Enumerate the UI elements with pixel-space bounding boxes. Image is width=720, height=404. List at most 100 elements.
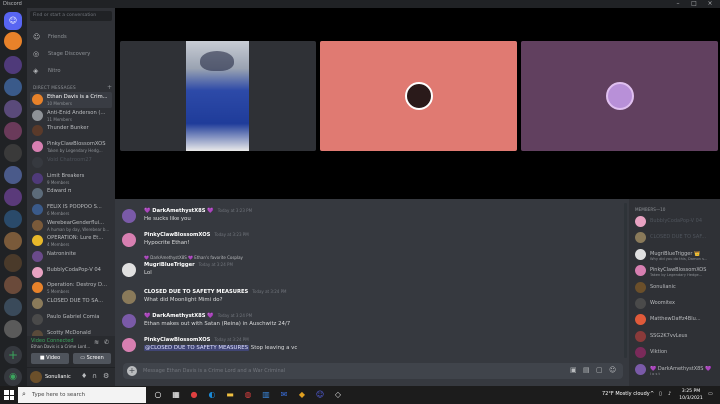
dm-item[interactable]: Natroninite (30, 249, 112, 265)
server-icon[interactable] (4, 166, 22, 184)
member-item[interactable]: MatthewDaffz4Blu... (635, 314, 719, 326)
network-icon[interactable]: ▯ (659, 391, 662, 397)
attach-plus-icon[interactable]: + (127, 366, 137, 376)
dm-item[interactable]: Anti-Enid Anderson (... 11 Members (30, 108, 112, 124)
member-item[interactable]: CLOSED DUE TO SAF... (635, 232, 719, 244)
gift-icon[interactable]: ▣ (570, 366, 577, 374)
member-item[interactable]: Woomitex (635, 298, 719, 310)
disconnect-icon[interactable]: ✆ (104, 339, 109, 346)
clock[interactable]: 3:25 PM 10/3/2021 (678, 388, 704, 402)
message-input[interactable]: Message Ethan Davis is a Crime Lord and … (143, 368, 285, 374)
chat-message[interactable]: 💜 DarkAmethystX8S 💜 Today at 3:24 PM Ethan… (122, 313, 622, 335)
video-tile[interactable] (320, 41, 517, 151)
chat-message[interactable]: CLOSED DUE TO SAFETY MEASURES Today at 3:… (122, 289, 622, 311)
voice-channel-name[interactable]: Ethan Davis is a Crime Lord... (31, 344, 90, 349)
server-icon[interactable] (4, 188, 22, 206)
taskbar-search-input[interactable]: ⌕ Type here to search (18, 387, 146, 403)
notifications-icon[interactable]: ▭ (708, 391, 713, 397)
avatar[interactable] (30, 371, 42, 383)
headphones-icon[interactable]: ∩ (92, 372, 97, 380)
member-item[interactable]: PinkyClawBlossomXOS Taken by Legendary He… (635, 265, 719, 277)
nav-friends[interactable]: ☺ Friends (30, 30, 112, 44)
member-item[interactable]: BubblyCodaPop-V 04 (635, 216, 719, 228)
find-conversation-input[interactable]: Find or start a conversation (30, 11, 112, 21)
noise-suppression-icon[interactable]: ≋ (94, 339, 99, 346)
server-icon[interactable] (4, 144, 22, 162)
folder-icon[interactable]: ▬ (224, 389, 236, 401)
maximize-icon[interactable]: □ (686, 0, 702, 8)
video-tile[interactable] (521, 41, 718, 151)
app-icon[interactable]: ◇ (332, 389, 344, 401)
avatar[interactable] (122, 314, 136, 328)
sticker-icon[interactable]: ▢ (596, 366, 603, 374)
dm-item[interactable]: Operation: Destroy D... 5 Members (30, 280, 112, 296)
message-author[interactable]: MugriBlueTrigger Today at 3:24 PM (144, 262, 233, 268)
dm-item[interactable]: PinkyClawBlossomXOS Taken by Legendary He… (30, 139, 112, 155)
server-icon[interactable] (4, 32, 22, 50)
member-item[interactable]: MugriBlueTrigger 👑 Why did you do this, D… (635, 248, 719, 261)
member-item[interactable]: SSG2K7vvLeus (635, 330, 719, 343)
add-server-button[interactable]: + (4, 346, 22, 364)
create-dm-icon[interactable]: + (107, 84, 112, 91)
server-icon[interactable] (4, 298, 22, 316)
avatar[interactable] (122, 233, 136, 247)
dm-item[interactable]: Paulo Gabriel Comia (30, 312, 112, 328)
edge-icon[interactable]: ◐ (206, 389, 218, 401)
message-author[interactable]: 💜 DarkAmethystX8S 💜 Today at 3:23 PM (144, 208, 252, 214)
dm-item[interactable]: OPERATION: Lure Et... 4 Members (30, 233, 112, 249)
dm-item[interactable]: Edward π (30, 186, 112, 202)
close-icon[interactable]: × (702, 0, 718, 8)
emoji-icon[interactable]: ☺ (609, 366, 616, 374)
avatar[interactable] (122, 338, 136, 352)
dm-item[interactable]: Thunder Bunker (30, 123, 112, 139)
user-mention[interactable]: @CLOSED DUE TO SAFETY MEASURES (144, 345, 250, 351)
message-author[interactable]: PinkyClawBlossomXOS Today at 3:24 PM (144, 337, 249, 343)
avatar[interactable] (122, 263, 136, 277)
video-tile[interactable] (120, 41, 316, 151)
chat-message[interactable]: PinkyClawBlossomXOS Today at 3:23 PM Hypoc… (122, 232, 622, 254)
server-icon[interactable] (4, 254, 22, 272)
server-icon[interactable] (4, 276, 22, 294)
gear-icon[interactable]: ⚙ (103, 372, 109, 380)
dm-item[interactable]: BubblyCodaPop-V 04 (30, 265, 112, 281)
server-icon[interactable] (4, 232, 22, 250)
gif-icon[interactable]: ▤ (583, 366, 590, 374)
screen-share-button[interactable]: ▭ Screen (73, 353, 111, 364)
chat-message[interactable]: 💜 DarkAmethystX8S 💜 Today at 3:23 PM He su… (122, 208, 622, 230)
dm-item[interactable]: FELIX IS POOPOO S... 6 Members (30, 202, 112, 218)
message-author[interactable]: PinkyClawBlossomXOS Today at 3:23 PM (144, 232, 249, 238)
file-explorer-icon[interactable]: ▦ (170, 389, 182, 401)
store-icon[interactable]: ▥ (260, 389, 272, 401)
server-icon[interactable] (4, 122, 22, 140)
member-item[interactable]: Sonulianic (635, 281, 719, 294)
server-icon[interactable] (4, 320, 22, 338)
chat-message[interactable]: 💜 DarkAmethystX8S 💜 Ethan's favorite Cos… (122, 255, 622, 284)
nav-stage-discovery[interactable]: ◎ Stage Discovery (30, 47, 112, 61)
minimize-icon[interactable]: – (670, 0, 686, 8)
message-author[interactable]: CLOSED DUE TO SAFETY MEASURES Today at 3:… (144, 289, 286, 295)
home-button[interactable]: ☺ (4, 12, 22, 30)
chat-message[interactable]: PinkyClawBlossomXOS Today at 3:24 PM @CLOS… (122, 337, 622, 359)
server-icon[interactable] (4, 210, 22, 228)
dm-item[interactable]: WerebearGenderflui... A human by day, Wer… (30, 218, 112, 234)
message-author[interactable]: 💜 DarkAmethystX8S 💜 Today at 3:24 PM (144, 313, 252, 319)
app-icon[interactable]: ● (188, 389, 200, 401)
dm-item[interactable]: Void Chatroom27 (30, 155, 112, 171)
weather-widget[interactable]: 72°F Mostly cloudy (602, 391, 650, 397)
app-icon[interactable]: ◆ (296, 389, 308, 401)
avatar[interactable] (122, 209, 136, 223)
member-item[interactable]: Viktion (635, 347, 719, 359)
member-item[interactable]: 💜 DarkAmethystX8S 💜 l o s t (635, 363, 719, 376)
volume-icon[interactable]: ♪ (668, 391, 671, 397)
nav-nitro[interactable]: ◈ Nitro (30, 64, 112, 78)
message-composer[interactable]: + Message Ethan Davis is a Crime Lord an… (123, 363, 623, 379)
reply-preview[interactable]: 💜 DarkAmethystX8S 💜 Ethan's favorite Cos… (144, 255, 243, 260)
server-icon[interactable] (4, 56, 22, 74)
avatar[interactable] (122, 290, 136, 304)
discord-taskbar-icon[interactable]: ☺ (314, 389, 326, 401)
chevron-up-icon[interactable]: ^ (650, 391, 654, 397)
microphone-icon[interactable]: ♦ (81, 372, 87, 380)
server-icon[interactable] (4, 78, 22, 96)
task-view-icon[interactable]: ○ (152, 389, 164, 401)
dm-item[interactable]: CLOSED DUE TO SA... (30, 296, 112, 312)
